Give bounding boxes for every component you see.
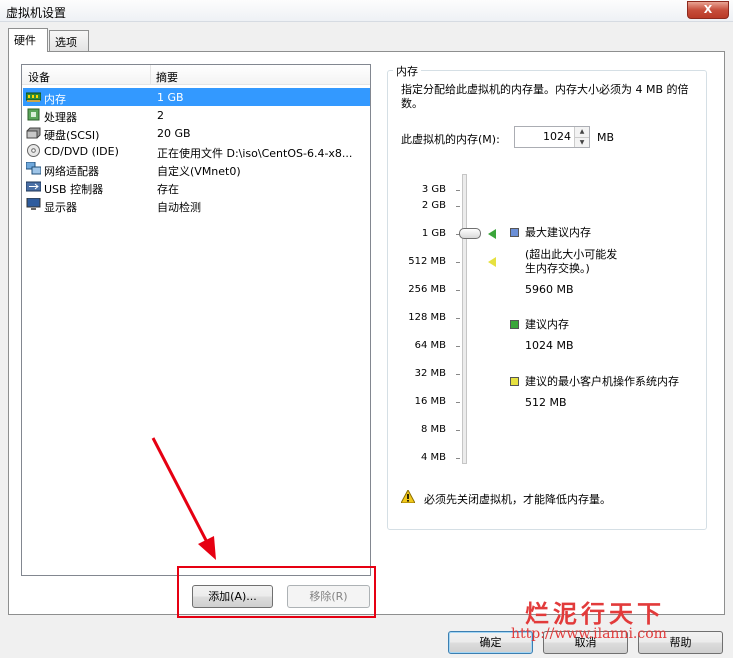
memory-unit: MB	[597, 131, 615, 144]
title-bar: 虚拟机设置 X	[0, 0, 733, 22]
scale-label: 16 MB	[414, 396, 446, 407]
device-summary: 自定义(VMnet0)	[157, 165, 241, 178]
device-summary: 自动检测	[157, 201, 201, 214]
scale-label: 256 MB	[408, 284, 446, 295]
memory-slider-thumb[interactable]	[459, 228, 481, 239]
spin-down-icon[interactable]: ▼	[574, 137, 589, 147]
scale-label: 2 GB	[421, 200, 446, 211]
minimum-swatch-icon	[510, 377, 519, 386]
network-adapter-icon	[26, 162, 41, 175]
device-summary: 2	[157, 109, 164, 122]
max-recommended-swatch-icon	[510, 228, 519, 237]
device-row-harddisk[interactable]: 硬盘(SCSI) 20 GB	[23, 124, 370, 142]
recommended-title: 建议内存	[525, 318, 569, 331]
remove-button[interactable]: 移除(R)	[287, 585, 370, 608]
scale-label: 512 MB	[408, 256, 446, 267]
device-row-memory[interactable]: 内存 1 GB	[23, 88, 370, 106]
device-name: 显示器	[44, 201, 77, 214]
watermark-title: 烂泥行天下	[525, 599, 665, 628]
memory-input[interactable]: 1024	[543, 130, 571, 143]
monitor-icon	[26, 198, 41, 210]
close-button[interactable]: X	[687, 1, 729, 19]
device-summary: 正在使用文件 D:\iso\CentOS-6.4-x8...	[157, 147, 353, 160]
add-button[interactable]: 添加(A)...	[192, 585, 273, 608]
device-row-cdrom[interactable]: CD/DVD (IDE) 正在使用文件 D:\iso\CentOS-6.4-x8…	[23, 142, 370, 160]
memory-field-label: 此虚拟机的内存(M):	[401, 133, 500, 146]
device-name: USB 控制器	[44, 183, 104, 196]
recommended-marker-icon	[488, 229, 496, 239]
device-name: 处理器	[44, 111, 77, 124]
scale-label: 32 MB	[414, 368, 446, 379]
watermark: 烂泥行天下 http://www.ilanni.com	[505, 590, 730, 648]
scale-label: 4 MB	[420, 452, 446, 463]
minimum-marker-icon	[488, 257, 496, 267]
device-name: CD/DVD (IDE)	[44, 145, 119, 158]
recommended-swatch-icon	[510, 320, 519, 329]
scale-label: 8 MB	[420, 424, 446, 435]
annotation-arrow	[151, 437, 216, 560]
memory-description: 指定分配给此虚拟机的内存量。内存大小必须为 4 MB 的倍数。	[401, 83, 689, 110]
memory-icon	[26, 92, 41, 102]
recommended-value: 1024 MB	[525, 339, 574, 352]
scale-label: 1 GB	[421, 228, 446, 239]
device-row-monitor[interactable]: 显示器 自动检测	[23, 196, 370, 214]
column-header-device[interactable]: 设备	[28, 69, 50, 85]
max-recommended-value: 5960 MB	[525, 283, 574, 296]
scale-label: 3 GB	[421, 184, 446, 195]
spin-up-icon[interactable]: ▲	[574, 127, 589, 137]
device-row-processor[interactable]: 处理器 2	[23, 106, 370, 124]
minimum-title: 建议的最小客户机操作系统内存	[525, 375, 679, 388]
harddisk-icon	[26, 127, 41, 139]
watermark-url: http://www.ilanni.com	[511, 626, 667, 642]
scale-label: 64 MB	[414, 340, 446, 351]
memory-slider-track[interactable]	[462, 174, 467, 464]
max-recommended-note: (超出此大小可能发生内存交换。)	[525, 248, 618, 275]
window-title: 虚拟机设置	[6, 6, 67, 20]
minimum-value: 512 MB	[525, 396, 567, 409]
warning-text: 必须先关闭虚拟机，才能降低内存量。	[424, 493, 611, 506]
device-row-usb-controller[interactable]: USB 控制器 存在	[23, 178, 370, 196]
warning-icon	[401, 490, 415, 503]
memory-group-title: 内存	[393, 63, 421, 79]
memory-spinbox[interactable]: 1024 ▲ ▼	[514, 126, 590, 148]
max-recommended-title: 最大建议内存	[525, 226, 591, 239]
device-name: 内存	[44, 93, 66, 106]
tab-options[interactable]: 选项	[49, 30, 89, 51]
column-header-summary[interactable]: 摘要	[156, 69, 178, 85]
device-summary: 1 GB	[157, 91, 184, 104]
device-row-network-adapter[interactable]: 网络适配器 自定义(VMnet0)	[23, 160, 370, 178]
device-summary: 20 GB	[157, 127, 191, 140]
device-summary: 存在	[157, 183, 179, 196]
scale-label: 128 MB	[408, 312, 446, 323]
tab-hardware[interactable]: 硬件	[8, 28, 48, 52]
device-list-header: 设备 摘要	[22, 65, 370, 85]
processor-icon	[27, 108, 40, 121]
usb-icon	[26, 181, 41, 192]
device-name: 硬盘(SCSI)	[44, 129, 100, 142]
cdrom-icon	[27, 144, 40, 157]
device-name: 网络适配器	[44, 165, 99, 178]
